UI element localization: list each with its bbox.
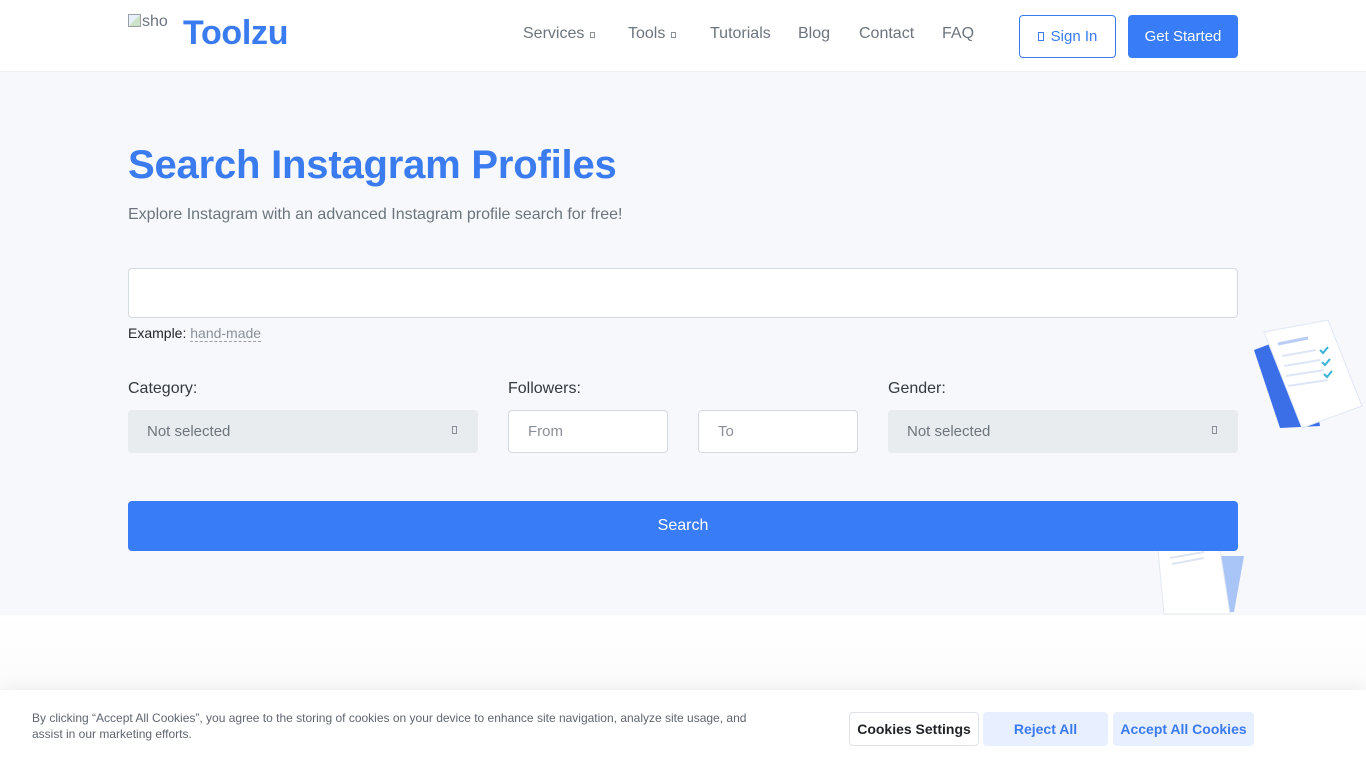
gender-label: Gender: — [888, 380, 946, 397]
broken-image-icon — [128, 14, 141, 27]
search-input[interactable] — [128, 268, 1238, 318]
example-link[interactable]: hand-made — [190, 325, 262, 342]
content-fade — [0, 615, 1366, 695]
logo-image[interactable]: sho — [128, 13, 174, 41]
category-select[interactable]: Not selected — [128, 410, 478, 453]
page-subtitle: Explore Instagram with an advanced Insta… — [128, 206, 623, 223]
nav-contact[interactable]: Contact — [859, 25, 914, 47]
reject-all-button[interactable]: Reject All — [983, 712, 1108, 746]
nav-tools[interactable]: Tools — [628, 25, 677, 47]
brand-name[interactable]: Toolzu — [183, 14, 289, 53]
site-header: sho Toolzu Services Tools Tutorials Blog… — [0, 0, 1366, 72]
document-illustration-icon — [1254, 320, 1363, 429]
chevron-down-icon — [1212, 426, 1217, 434]
nav-blog[interactable]: Blog — [798, 25, 830, 47]
followers-label: Followers: — [508, 380, 581, 397]
sign-in-label: Sign In — [1050, 28, 1098, 45]
nav-faq[interactable]: FAQ — [942, 25, 974, 47]
gender-select[interactable]: Not selected — [888, 410, 1238, 453]
get-started-button[interactable]: Get Started — [1128, 15, 1238, 58]
search-example: Example: hand-made — [128, 325, 262, 342]
chevron-down-icon — [590, 32, 596, 38]
search-button[interactable]: Search — [128, 501, 1238, 551]
folder-illustration-icon — [1157, 550, 1244, 615]
category-value: Not selected — [147, 423, 231, 440]
nav-tutorials[interactable]: Tutorials — [710, 25, 771, 47]
cookies-settings-button[interactable]: Cookies Settings — [849, 712, 979, 746]
nav-tools-label: Tools — [628, 25, 666, 42]
gender-value: Not selected — [907, 423, 991, 440]
example-label: Example: — [128, 325, 187, 341]
chevron-down-icon — [452, 426, 457, 434]
chevron-down-icon — [671, 32, 677, 38]
cookie-banner: By clicking “Accept All Cookies”, you ag… — [0, 690, 1366, 768]
nav-services[interactable]: Services — [523, 25, 596, 47]
cookie-text: By clicking “Accept All Cookies”, you ag… — [32, 711, 747, 741]
logo-alt-text: sho — [142, 13, 168, 30]
nav-services-label: Services — [523, 25, 585, 42]
page-title: Search Instagram Profiles — [128, 143, 617, 187]
category-label: Category: — [128, 380, 198, 397]
accept-all-cookies-button[interactable]: Accept All Cookies — [1113, 712, 1254, 746]
followers-to-input[interactable]: To — [698, 410, 858, 453]
sign-in-button[interactable]: Sign In — [1019, 15, 1116, 58]
user-icon — [1037, 32, 1044, 41]
followers-from-input[interactable]: From — [508, 410, 668, 453]
